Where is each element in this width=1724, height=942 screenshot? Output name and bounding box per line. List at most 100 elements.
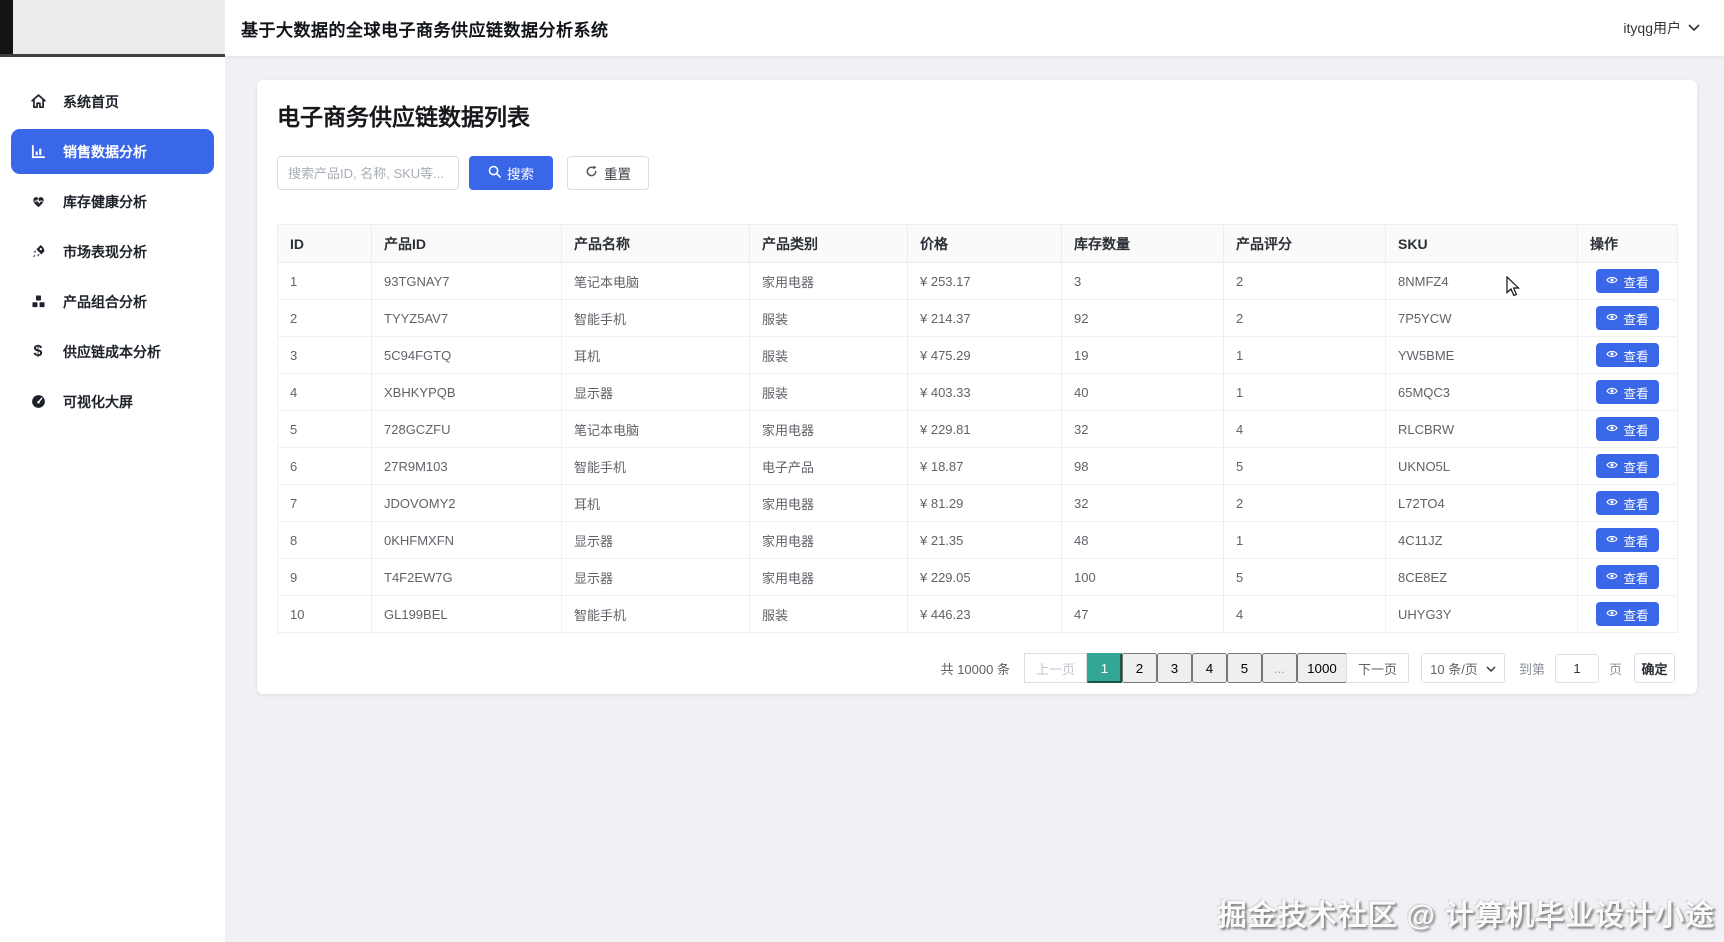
cell-stock: 47 (1061, 595, 1224, 633)
view-button[interactable]: 查看 (1596, 269, 1659, 293)
page-button-1000[interactable]: 1000 (1296, 653, 1347, 683)
view-button[interactable]: 查看 (1596, 565, 1659, 589)
cell-price: ¥ 403.33 (907, 373, 1062, 411)
page-button-3[interactable]: 3 (1156, 653, 1192, 683)
cell-actions: 查看 (1577, 595, 1678, 633)
cell-product-id: T4F2EW7G (371, 558, 562, 596)
view-button[interactable]: 查看 (1596, 343, 1659, 367)
table-row: 4 XBHKYPQB 显示器 服装 ¥ 403.33 40 1 65MQC3 查… (277, 373, 1678, 411)
cell-product-id: TYYZ5AV7 (371, 299, 562, 337)
cell-product-id: XBHKYPQB (371, 373, 562, 411)
cell-id: 3 (277, 336, 372, 374)
cell-sku: UKNO5L (1385, 447, 1578, 485)
search-toolbar: 搜索 重置 (277, 156, 1677, 190)
view-button[interactable]: 查看 (1596, 306, 1659, 330)
cell-sku: RLCBRW (1385, 410, 1578, 448)
table-body: 1 93TGNAY7 笔记本电脑 家用电器 ¥ 253.17 3 2 8NMFZ… (277, 262, 1678, 633)
sidebar-item-supply-chain-cost[interactable]: $ 供应链成本分析 (11, 329, 214, 374)
search-button-label: 搜索 (507, 167, 534, 182)
user-name: ityqg用户 (1623, 20, 1681, 36)
cell-product-name: 耳机 (561, 336, 750, 374)
cell-rating: 5 (1223, 447, 1386, 485)
cell-stock: 98 (1061, 447, 1224, 485)
user-menu[interactable]: ityqg用户 (1623, 18, 1700, 38)
cell-rating: 4 (1223, 595, 1386, 633)
sidebar-item-sales-analysis[interactable]: 销售数据分析 (11, 129, 214, 174)
sidebar-item-label: 销售数据分析 (63, 143, 147, 160)
cell-price: ¥ 229.05 (907, 558, 1062, 596)
sidebar-item-dashboard[interactable]: 可视化大屏 (11, 379, 214, 424)
cell-product-name: 笔记本电脑 (561, 262, 750, 300)
confirm-button[interactable]: 确定 (1634, 653, 1675, 683)
cell-category: 家用电器 (749, 484, 908, 522)
eye-icon (1606, 459, 1619, 474)
search-button[interactable]: 搜索 (469, 156, 553, 190)
prev-page-button[interactable]: 上一页 (1023, 653, 1087, 683)
page-group: 上一页 1 2 3 4 5... 1000 下一页 (1023, 653, 1409, 683)
heart-pulse-icon (29, 193, 47, 211)
eye-icon (1606, 385, 1619, 400)
data-list-card: 电子商务供应链数据列表 搜索 重置 (257, 80, 1697, 694)
sidebar-item-inventory-health[interactable]: 库存健康分析 (11, 179, 214, 224)
view-button-label: 查看 (1623, 275, 1649, 290)
sidebar-item-market-performance[interactable]: 市场表现分析 (11, 229, 214, 274)
next-page-button[interactable]: 下一页 (1345, 653, 1409, 683)
page-button-4[interactable]: 4 (1191, 653, 1227, 683)
cell-stock: 48 (1061, 521, 1224, 559)
page-size-select[interactable]: 10 条/页 (1420, 653, 1505, 683)
cell-actions: 查看 (1577, 447, 1678, 485)
cell-id: 4 (277, 373, 372, 411)
cell-product-name: 显示器 (561, 558, 750, 596)
cell-category: 服装 (749, 595, 908, 633)
table-row: 5 728GCZFU 笔记本电脑 家用电器 ¥ 229.81 32 4 RLCB… (277, 410, 1678, 448)
page-ellipsis[interactable]: ... (1261, 653, 1297, 683)
cell-rating: 1 (1223, 336, 1386, 374)
reset-button[interactable]: 重置 (567, 156, 649, 190)
cell-actions: 查看 (1577, 336, 1678, 374)
col-header-id: ID (277, 224, 372, 263)
sidebar-item-product-portfolio[interactable]: 产品组合分析 (11, 279, 214, 324)
view-button-label: 查看 (1623, 497, 1649, 512)
view-button[interactable]: 查看 (1596, 602, 1659, 626)
view-button[interactable]: 查看 (1596, 417, 1659, 441)
eye-icon (1606, 311, 1619, 326)
view-button-label: 查看 (1623, 571, 1649, 586)
cell-category: 电子产品 (749, 447, 908, 485)
chevron-down-icon (1486, 661, 1496, 676)
page-button-2[interactable]: 2 (1121, 653, 1157, 683)
cell-sku: 7P5YCW (1385, 299, 1578, 337)
view-button-label: 查看 (1623, 349, 1649, 364)
view-button[interactable]: 查看 (1596, 528, 1659, 552)
cell-product-name: 耳机 (561, 484, 750, 522)
cell-stock: 32 (1061, 410, 1224, 448)
cell-price: ¥ 475.29 (907, 336, 1062, 374)
eye-icon (1606, 274, 1619, 289)
sidebar-item-home[interactable]: 系统首页 (11, 79, 214, 124)
page-button-5[interactable]: 5 (1226, 653, 1262, 683)
cell-rating: 2 (1223, 262, 1386, 300)
page-button-1[interactable]: 1 (1086, 653, 1122, 683)
sidebar: 系统首页 销售数据分析 库存健康分析 市场表现分析 产品组合分析 $ 供应链成本… (0, 0, 225, 942)
cell-product-id: JDOVOMY2 (371, 484, 562, 522)
data-table: ID 产品ID 产品名称 产品类别 价格 库存数量 产品评分 SKU 操作 1 … (277, 224, 1678, 633)
view-button[interactable]: 查看 (1596, 454, 1659, 478)
cell-id: 9 (277, 558, 372, 596)
sidebar-item-label: 可视化大屏 (63, 393, 133, 410)
table-row: 9 T4F2EW7G 显示器 家用电器 ¥ 229.05 100 5 8CE8E… (277, 558, 1678, 596)
cell-sku: L72TO4 (1385, 484, 1578, 522)
col-header-price: 价格 (907, 224, 1062, 263)
col-header-product-name: 产品名称 (561, 224, 750, 263)
search-input[interactable] (277, 156, 459, 190)
cell-stock: 92 (1061, 299, 1224, 337)
sidebar-menu: 系统首页 销售数据分析 库存健康分析 市场表现分析 产品组合分析 $ 供应链成本… (0, 57, 225, 424)
cell-product-id: 5C94FGTQ (371, 336, 562, 374)
gauge-icon (29, 393, 47, 411)
cell-actions: 查看 (1577, 521, 1678, 559)
table-row: 6 27R9M103 智能手机 电子产品 ¥ 18.87 98 5 UKNO5L… (277, 447, 1678, 485)
cell-rating: 2 (1223, 484, 1386, 522)
cell-stock: 3 (1061, 262, 1224, 300)
cell-category: 服装 (749, 299, 908, 337)
view-button[interactable]: 查看 (1596, 491, 1659, 515)
view-button[interactable]: 查看 (1596, 380, 1659, 404)
goto-page-input[interactable] (1554, 653, 1599, 683)
